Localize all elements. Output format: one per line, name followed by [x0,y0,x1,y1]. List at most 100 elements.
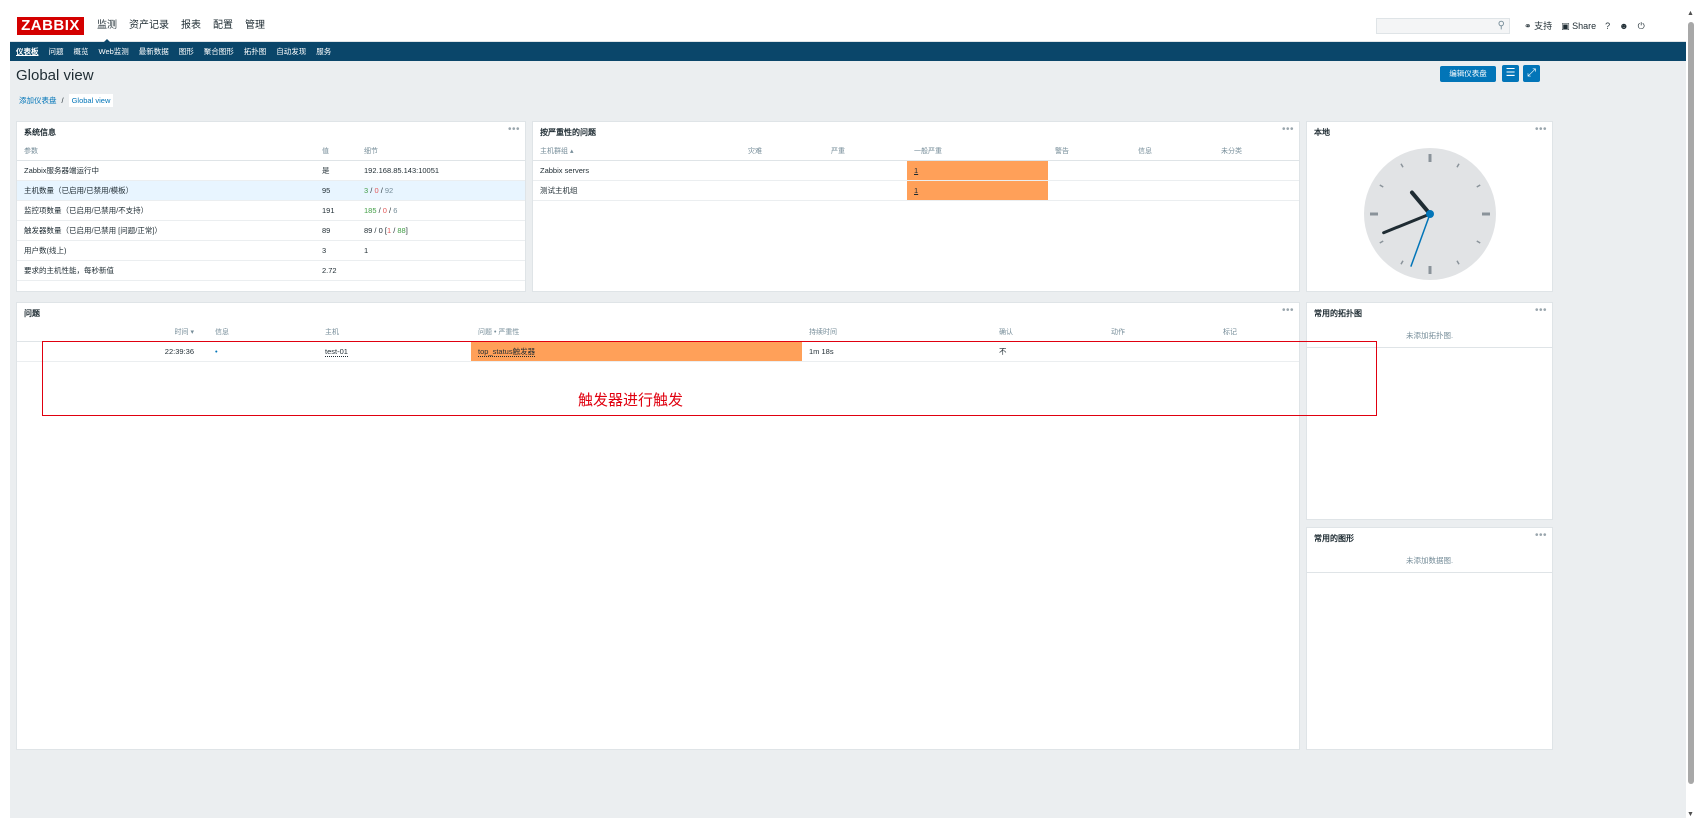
column-header: 持续时间 [802,324,992,342]
menu-monitoring[interactable]: 监测 [97,19,117,43]
submenu-maps[interactable]: 拓扑图 [244,42,267,61]
table-row: 要求的主机性能，每秒新值 2.72 [17,260,525,281]
value-cell: 95 [315,180,357,201]
value-cell: 191 [315,200,357,221]
share-icon: ▣ [1561,21,1570,31]
host-group-link[interactable]: 测试主机组 [533,180,741,201]
submenu-graphs[interactable]: 图形 [179,42,194,61]
severity-table: 主机群组 ▴ 灾难 严重 一般严重 警告 信息 未分类 Zabbix serve… [533,143,1299,201]
average-count[interactable]: 1 [907,160,1048,181]
host-group-link[interactable]: Zabbix servers [533,160,741,181]
detail-cell [357,260,525,281]
search-icon[interactable]: ⚲ [1498,20,1505,31]
menu-reports[interactable]: 报表 [181,19,201,33]
table-row: 用户数(线上) 3 1 [17,240,525,261]
support-link[interactable]: ⚭ 支持 [1524,19,1552,33]
table-row: 触发器数量（已启用/已禁用 [问题/正常]） 89 89 / 0 [1 / 88… [17,220,525,241]
breadcrumb-separator: / [61,96,64,105]
column-header: 主机 [318,324,471,342]
top-header: ZABBIX 监测 资产记录 报表 配置 管理 ⚲ ⚭ 支持 ▣ Share ?… [10,10,1687,43]
share-link[interactable]: ▣ Share [1561,19,1596,33]
scroll-up-icon[interactable]: ▲ [1687,10,1694,17]
table-row: 监控项数量（已启用/已禁用/不支持） 191 185 / 0 / 6 [17,200,525,221]
user-profile-icon[interactable]: ☻ [1619,19,1628,33]
table-row: 主机数量（已启用/已禁用/模板） 95 3 / 0 / 92 [17,180,525,201]
detail-cell: 185 / 0 / 6 [357,200,525,221]
column-header[interactable]: 时间 ▾ [17,324,208,342]
column-header: 警告 [1048,143,1131,161]
detail-cell: 89 / 0 [1 / 88] [357,220,525,241]
param-cell: Zabbix服务器端运行中 [17,160,315,181]
submenu-services[interactable]: 服务 [316,42,331,61]
column-header: 动作 [1104,324,1216,342]
submenu-screens[interactable]: 聚合图形 [204,42,234,61]
help-button[interactable]: ? [1605,19,1610,33]
param-cell: 主机数量（已启用/已禁用/模板） [17,180,315,201]
column-header: 问题 • 严重性 [471,324,802,342]
breadcrumb: 添加仪表盘 / Global view [19,94,114,107]
submenu-latest-data[interactable]: 最新数据 [139,42,169,61]
page-scrollbar[interactable]: ▲ ▼ [1686,10,1696,818]
scroll-down-icon[interactable]: ▼ [1687,811,1694,818]
widget-menu-icon[interactable]: ••• [1535,124,1547,135]
widget-menu-icon[interactable]: ••• [508,124,520,135]
submenu-dashboard[interactable]: 仪表板 [16,42,39,61]
dashboard-menu-icon[interactable]: ☰ [1502,65,1519,82]
param-cell: 要求的主机性能，每秒新值 [17,260,315,281]
table-row: Zabbix服务器端运行中 是 192.168.85.143:10051 [17,160,525,181]
widget-menu-icon[interactable]: ••• [1535,530,1547,541]
widget-title: 问题 [24,309,40,318]
menu-inventory[interactable]: 资产记录 [129,19,169,33]
value-cell: 89 [315,220,357,241]
widget-menu-icon[interactable]: ••• [1282,124,1294,135]
headset-icon: ⚭ [1524,21,1532,31]
column-header[interactable]: 主机群组 ▴ [533,143,741,161]
breadcrumb-add-dashboard[interactable]: 添加仪表盘 [19,95,57,106]
value-cell: 2.72 [315,260,357,281]
column-header: 严重 [824,143,907,161]
search-input[interactable]: ⚲ [1376,18,1510,34]
submenu-problems[interactable]: 问题 [49,42,64,61]
column-header: 信息 [1131,143,1214,161]
column-header: 一般严重 [907,143,1048,161]
menu-administration[interactable]: 管理 [245,19,265,33]
local-clock-widget: 本地 ••• [1306,121,1553,292]
value-cell: 3 [315,240,357,261]
column-header: 信息 [208,324,318,342]
column-header: 确认 [992,324,1104,342]
average-count[interactable]: 1 [907,180,1048,201]
main-menu: 监测 资产记录 报表 配置 管理 [97,19,265,43]
favorite-graphs-widget: 常用的图形 ••• 未添加数据图. [1306,527,1553,750]
problems-by-severity-widget: 按严重性的问题 ••• 主机群组 ▴ 灾难 严重 一般严重 警告 信息 未分类 … [532,121,1300,292]
widget-title: 按严重性的问题 [540,128,596,137]
empty-message: 未添加数据图. [1307,555,1552,573]
submenu-discovery[interactable]: 自动发现 [276,42,306,61]
sub-menu: 仪表板 问题 概览 Web监测 最新数据 图形 聚合图形 拓扑图 自动发现 服务 [10,42,1687,61]
widget-title: 常用的图形 [1314,534,1354,543]
submenu-web[interactable]: Web监测 [99,42,129,61]
detail-cell: 3 / 0 / 92 [357,180,525,201]
breadcrumb-current[interactable]: Global view [68,94,114,107]
logout-icon[interactable]: ⏻ [1638,19,1645,33]
param-cell: 监控项数量（已启用/已禁用/不支持） [17,200,315,221]
menu-configuration[interactable]: 配置 [213,19,233,33]
analog-clock [1364,148,1496,280]
page-title: Global view [16,67,94,84]
scrollbar-thumb[interactable] [1688,22,1694,784]
widget-menu-icon[interactable]: ••• [1282,305,1294,316]
fullscreen-icon[interactable]: ⤢ [1523,65,1540,82]
edit-dashboard-button[interactable]: 编辑仪表盘 [1440,66,1496,82]
submenu-overview[interactable]: 概览 [74,42,89,61]
system-info-widget: 系统信息 ••• 参数 值 细节 Zabbix服务器端运行中 是 192.168… [16,121,526,292]
column-header: 细节 [357,143,525,161]
detail-cell: 192.168.85.143:10051 [357,160,525,181]
table-row: 测试主机组 1 [533,180,1299,201]
system-info-table: 参数 值 细节 Zabbix服务器端运行中 是 192.168.85.143:1… [17,143,525,281]
zabbix-logo[interactable]: ZABBIX [17,17,84,35]
widget-menu-icon[interactable]: ••• [1535,305,1547,316]
widget-title: 本地 [1314,128,1330,137]
param-cell: 触发器数量（已启用/已禁用 [问题/正常]） [17,220,315,241]
widget-title: 系统信息 [24,128,56,137]
widget-title: 常用的拓扑图 [1314,309,1362,318]
column-header: 标记 [1216,324,1299,342]
